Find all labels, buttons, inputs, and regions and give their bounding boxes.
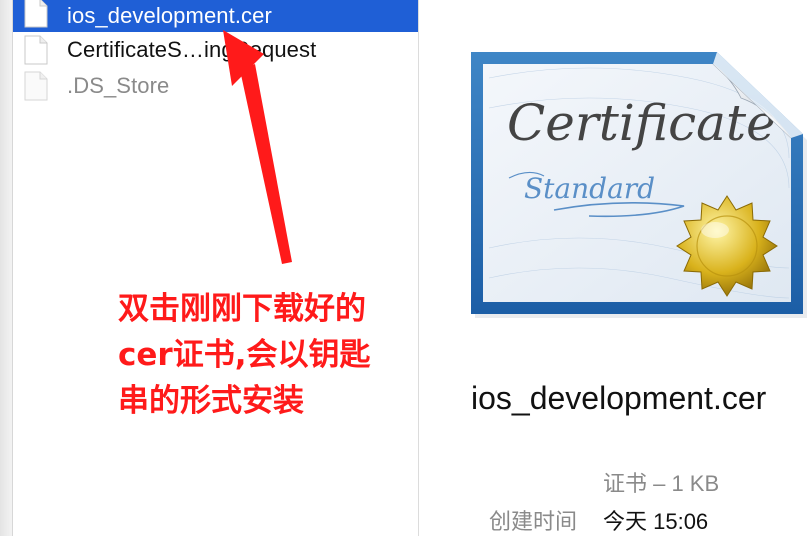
file-row-ds-store[interactable]: .DS_Store <box>13 68 418 104</box>
pane-edge <box>0 0 13 536</box>
svg-text:Standard: Standard <box>524 172 655 205</box>
preview-pane: Certificate Standard ios_development.cer… <box>419 0 812 536</box>
annotation-text: 双击刚刚下载好的 cer证书,会以钥匙 串的形式安装 <box>118 286 408 424</box>
svg-text:Certificate: Certificate <box>507 94 776 152</box>
certificate-icon: Certificate Standard <box>471 52 807 318</box>
file-row-ios-development[interactable]: ios_development.cer <box>13 0 418 32</box>
document-icon <box>24 71 48 101</box>
finder-window: ios_development.cer CertificateS…ingRequ… <box>0 0 812 536</box>
file-list: ios_development.cer CertificateS…ingRequ… <box>13 0 418 104</box>
file-name: ios_development.cer <box>67 3 272 28</box>
preview-kind-size: 证书 – 1 KB <box>603 471 720 496</box>
annotation-line: 双击刚刚下载好的 <box>118 291 366 327</box>
preview-file-name: ios_development.cer <box>471 380 767 416</box>
created-label: 创建时间 <box>489 509 578 534</box>
file-row-certificate-signing-request[interactable]: CertificateS…ingRequest <box>13 32 418 68</box>
file-name: .DS_Store <box>67 73 170 98</box>
file-list-pane: ios_development.cer CertificateS…ingRequ… <box>0 0 418 536</box>
annotation-line: cer证书,会以钥匙 <box>118 337 371 373</box>
document-icon <box>24 35 48 65</box>
annotation-line: 串的形式安装 <box>118 383 304 419</box>
file-name: CertificateS…ingRequest <box>67 37 317 62</box>
document-icon <box>24 0 48 28</box>
created-value: 今天 15:06 <box>603 509 709 534</box>
